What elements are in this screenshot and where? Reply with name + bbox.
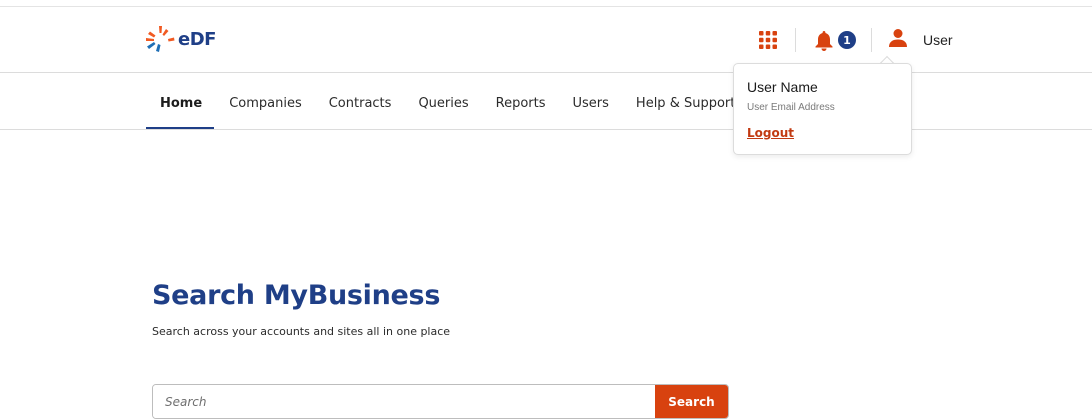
header-divider xyxy=(0,72,1092,73)
nav-divider xyxy=(0,129,1092,130)
notification-count-badge: 1 xyxy=(838,31,856,49)
edf-sun-icon xyxy=(146,25,176,53)
user-name: User Name xyxy=(747,79,818,95)
nav-item-contracts[interactable]: Contracts xyxy=(329,96,392,111)
nav-item-home[interactable]: Home xyxy=(160,96,202,111)
brand-logo[interactable]: eDF xyxy=(146,25,216,53)
nav-item-users[interactable]: Users xyxy=(573,96,609,111)
header-separator xyxy=(795,28,796,52)
nav-item-reports[interactable]: Reports xyxy=(496,96,546,111)
brand-wordmark: eDF xyxy=(178,28,216,50)
bell-icon xyxy=(814,30,834,55)
person-icon xyxy=(888,28,908,52)
nav-item-help-support[interactable]: Help & Support xyxy=(636,96,735,111)
user-email: User Email Address xyxy=(747,102,835,113)
search-bar: Search xyxy=(152,384,729,419)
notifications-button[interactable]: 1 xyxy=(814,29,860,51)
search-button[interactable]: Search xyxy=(655,385,728,418)
page-subtitle: Search across your accounts and sites al… xyxy=(152,325,451,338)
main-nav: Home Companies Contracts Queries Reports… xyxy=(160,93,762,113)
search-input[interactable] xyxy=(153,385,655,418)
user-menu-button[interactable]: User xyxy=(888,29,953,51)
logout-link[interactable]: Logout xyxy=(747,126,794,140)
page-title: Search MyBusiness xyxy=(152,280,441,311)
user-menu-label: User xyxy=(923,32,953,48)
grid-apps-icon[interactable] xyxy=(759,31,777,49)
top-divider xyxy=(0,6,1092,7)
user-menu-dropdown: User Name User Email Address Logout xyxy=(733,63,912,155)
nav-item-queries[interactable]: Queries xyxy=(418,96,468,111)
header-separator xyxy=(871,28,872,52)
nav-item-companies[interactable]: Companies xyxy=(229,96,302,111)
